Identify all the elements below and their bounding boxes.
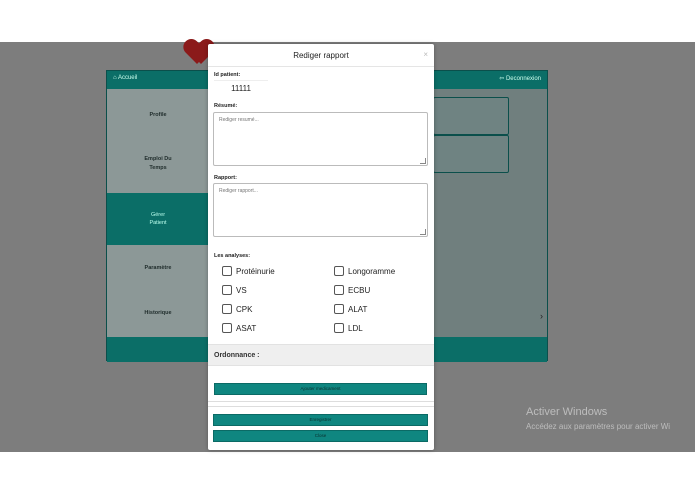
checkbox[interactable] xyxy=(222,304,232,314)
ordonnance-section: Ordonnance : xyxy=(208,344,434,366)
chevron-right-icon[interactable]: › xyxy=(540,311,543,321)
home-label: Accueil xyxy=(117,75,138,81)
resume-textarea[interactable] xyxy=(213,112,428,166)
ordonnance-label: Ordonnance : xyxy=(214,352,260,359)
modal-title: Rediger rapport xyxy=(293,51,349,60)
logout-link[interactable]: ⇦ Deconnexion xyxy=(499,75,541,82)
sidebar-item-profile[interactable]: Profile xyxy=(107,93,209,138)
background-card xyxy=(433,97,509,135)
analysis-label: CPK xyxy=(236,304,253,314)
analysis-label: ECBU xyxy=(348,285,371,295)
divider xyxy=(208,401,434,402)
home-link[interactable]: ⌂ Accueil xyxy=(113,75,137,81)
resize-handle-icon[interactable] xyxy=(420,229,426,235)
analysis-label: ALAT xyxy=(348,304,368,314)
checkbox[interactable] xyxy=(222,266,232,276)
sidebar-item-parametre[interactable]: Paramètre xyxy=(107,246,209,291)
analysis-option[interactable]: Protéinurie xyxy=(222,266,275,276)
analysis-label: ASAT xyxy=(236,323,257,333)
add-medication-button[interactable]: Ajouter medicament xyxy=(214,383,427,395)
close-icon[interactable]: × xyxy=(423,50,428,59)
resume-label: Résumé: xyxy=(214,103,238,109)
checkbox[interactable] xyxy=(222,285,232,295)
analysis-option[interactable]: ECBU xyxy=(334,285,370,295)
checkbox[interactable] xyxy=(334,323,344,333)
background-card xyxy=(433,135,509,173)
checkbox[interactable] xyxy=(334,285,344,295)
analysis-label: VS xyxy=(236,285,247,295)
divider xyxy=(208,66,434,67)
analysis-label: Longoramme xyxy=(348,266,396,276)
checkbox[interactable] xyxy=(222,323,232,333)
screen: ⌂ Accueil ⇦ Deconnexion Profile Emploi D… xyxy=(0,0,695,494)
patient-id-label: Id patient: xyxy=(214,72,241,78)
analysis-option[interactable]: VS xyxy=(222,285,247,295)
resize-handle-icon[interactable] xyxy=(420,158,426,164)
patient-id-value: 11111 xyxy=(214,80,268,93)
analysis-label: LDL xyxy=(348,323,363,333)
checkbox[interactable] xyxy=(334,304,344,314)
report-modal: Rediger rapport × Id patient: 11111 Résu… xyxy=(208,44,434,450)
analysis-label: Protéinurie xyxy=(236,266,275,276)
analysis-option[interactable]: CPK xyxy=(222,304,252,314)
checkbox[interactable] xyxy=(334,266,344,276)
rapport-textarea[interactable] xyxy=(213,183,428,237)
analysis-option[interactable]: ASAT xyxy=(222,323,256,333)
close-button[interactable]: Close xyxy=(213,430,428,442)
sidebar-item-historique[interactable]: Historique xyxy=(107,291,209,336)
sidebar-item-gerer-patient[interactable]: Gérer Patient xyxy=(107,193,209,245)
logout-label: Deconnexion xyxy=(505,76,541,82)
rapport-label: Rapport: xyxy=(214,175,237,181)
windows-activation-subtitle: Accédez aux paramètres pour activer Wi xyxy=(526,422,671,431)
sidebar: Profile Emploi Du Temps Gérer Patient Pa… xyxy=(107,89,209,337)
divider xyxy=(208,406,434,407)
analysis-option[interactable]: Longoramme xyxy=(334,266,395,276)
analyses-label: Les analyses: xyxy=(214,253,251,259)
save-button[interactable]: Enregistrer xyxy=(213,414,428,426)
sidebar-item-emploi[interactable]: Emploi Du Temps xyxy=(107,141,209,186)
windows-activation-title: Activer Windows xyxy=(526,406,608,418)
analysis-option[interactable]: ALAT xyxy=(334,304,367,314)
analysis-option[interactable]: LDL xyxy=(334,323,363,333)
